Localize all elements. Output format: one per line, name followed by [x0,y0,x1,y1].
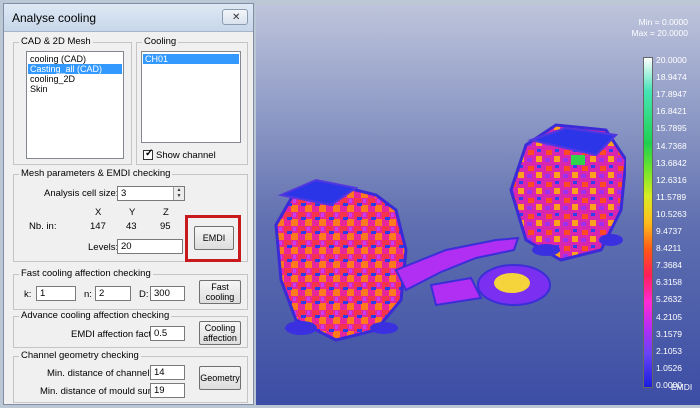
min-max-readout: Min = 0.0000 Max = 20.0000 [632,17,688,39]
d-input[interactable]: 300 [150,286,185,301]
colorbar-tick-label: 10.5263 [656,208,687,219]
colorbar-tick-label: 5.2632 [656,294,682,305]
colorbar-tick-label: 14.7368 [656,140,687,151]
colorbar-tick-label: 15.7895 [656,123,687,134]
channel-geometry-group-label: Channel geometry checking [19,350,141,361]
cell-size-label: Analysis cell size: [44,188,119,199]
cell-size-input[interactable]: 3 ▲ ▼ [117,186,185,201]
cooling-list-item-ch01[interactable]: CH01 [143,54,239,64]
min-channel-value: 14 [154,367,165,378]
fast-cooling-button-line1: Fast [211,282,229,292]
emdi-factor-label: EMDI affection factor: [71,329,163,340]
colorbar-tick-label: 18.9474 [656,72,687,83]
cooling-group-label: Cooling [142,36,179,47]
max-value-text: Max = 20.0000 [631,28,688,38]
levels-value: 20 [121,241,132,252]
show-channel-checkbox[interactable]: ✓ [143,148,154,160]
dialog-title: Analyse cooling [12,11,97,25]
n-label: n: [84,289,92,300]
left-foot-2 [370,322,398,334]
k-input[interactable]: 1 [36,286,76,301]
geometry-button[interactable]: Geometry [199,366,241,390]
app-window: Analyse cooling ✕ CAD & 2D Mesh cooling … [0,0,700,408]
right-foot-2 [599,234,623,246]
checkmark-icon: ✓ [145,148,154,159]
levels-input[interactable]: 20 [117,239,183,254]
min-value-text: Min = 0.0000 [638,17,688,27]
colorbar-tick-label: 16.8421 [656,106,687,117]
right-foot-1 [532,244,560,256]
cooling-affection-button[interactable]: Cooling affection [199,321,241,345]
colorbar-tick-label: 4.2105 [656,311,682,322]
right-casting-green-patch [571,155,585,165]
nb-y-value: 43 [126,221,137,232]
n-value: 2 [99,288,105,299]
colorbar-tick-label: 13.6842 [656,157,687,168]
emdi-button[interactable]: EMDI [194,226,234,250]
analyse-cooling-dialog: Analyse cooling ✕ CAD & 2D Mesh cooling … [3,3,254,405]
mesh-list-item-casting-all[interactable]: Casting_all (CAD) [28,64,122,74]
colorbar-tick-label: 9.4737 [656,226,682,237]
mesh-listbox[interactable]: cooling (CAD) Casting_all (CAD) cooling_… [26,51,124,159]
colorbar-tick-label: 12.6316 [656,174,687,185]
3d-viewport[interactable]: Min = 0.0000 Max = 20.0000 20.0000 18.94… [256,5,700,405]
levels-label: Levels: [88,242,119,253]
cell-size-spinner[interactable]: ▲ ▼ [173,187,184,200]
emdi-colorbar [643,57,653,388]
n-input[interactable]: 2 [95,286,131,301]
colorbar-tick-label: 2.1053 [656,345,682,356]
k-value: 1 [40,288,46,299]
d-label: D: [139,289,149,300]
axis-y-label: Y [129,207,136,218]
d-value: 300 [154,288,170,299]
colorbar-tick-label: 17.8947 [656,89,687,100]
close-button[interactable]: ✕ [222,9,248,25]
fast-cooling-button[interactable]: Fast cooling [199,280,241,304]
cell-size-value: 3 [121,188,127,199]
left-foot-1 [285,321,317,335]
cad-mesh-group-label: CAD & 2D Mesh [19,36,93,47]
left-casting-body [274,183,408,342]
colorbar-tick-label: 6.3158 [656,277,682,288]
k-label: k: [24,289,32,300]
nb-in-label: Nb. in: [29,221,57,232]
mesh-params-group-label: Mesh parameters & EMDI checking [19,168,173,179]
show-channel-label: Show channel [156,150,216,161]
min-channel-input[interactable]: 14 [150,365,185,380]
colorbar-tick-label: 3.1579 [656,328,682,339]
cooling-affection-button-line2: affection [203,333,237,343]
advance-cooling-group-label: Advance cooling affection checking [19,310,172,321]
emdi-factor-input[interactable]: 0.5 [150,326,185,341]
axis-z-label: Z [163,207,169,218]
emdi-factor-value: 0.5 [154,328,168,339]
colorbar-title: EMDI [671,382,693,392]
min-mould-input[interactable]: 19 [150,383,185,398]
cooling-listbox[interactable]: CH01 [141,51,241,143]
colorbar-tick-label: 1.0526 [656,362,682,373]
spin-down-icon[interactable]: ▼ [174,193,184,199]
fast-cooling-button-line2: cooling [205,292,235,302]
mesh-list-item-cooling-2d[interactable]: cooling_2D [28,74,122,84]
cooling-affection-button-line1: Cooling [204,323,236,333]
mesh-list-item-skin[interactable]: Skin [28,84,122,94]
colorbar-tick-label: 20.0000 [656,55,687,65]
fast-cooling-group-label: Fast cooling affection checking [19,268,153,279]
runner-branch [429,276,483,307]
mesh-list-item-cooling-cad[interactable]: cooling (CAD) [28,54,122,64]
casting-model-render[interactable] [256,100,626,400]
central-disk-hotspot [494,273,530,293]
nb-x-value: 147 [90,221,106,232]
nb-z-value: 95 [160,221,171,232]
dialog-titlebar[interactable]: Analyse cooling ✕ [4,4,253,32]
colorbar-tick-label: 11.5789 [656,191,687,202]
min-channel-label: Min. distance of channel: [47,368,153,379]
colorbar-tick-label: 7.3684 [656,260,682,271]
min-mould-value: 19 [154,385,165,396]
colorbar-tick-label: 8.4211 [656,243,682,254]
axis-x-label: X [95,207,102,218]
close-icon: ✕ [232,12,241,23]
